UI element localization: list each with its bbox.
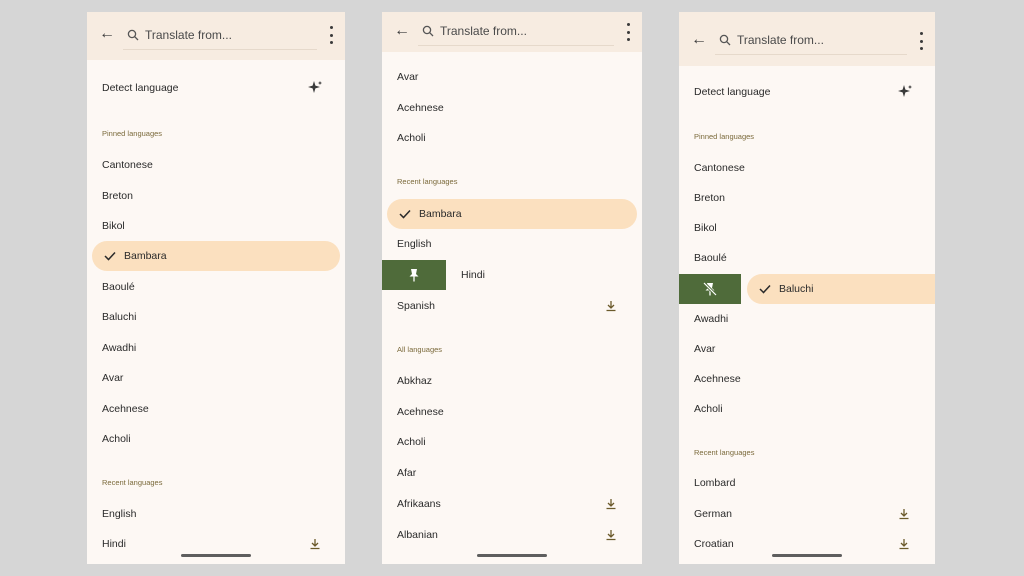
- search-field[interactable]: [123, 21, 317, 50]
- language-item[interactable]: Bikol: [102, 216, 125, 236]
- search-input[interactable]: [737, 33, 907, 47]
- language-item[interactable]: Acehnese: [397, 98, 444, 118]
- panel-2: ← Avar Acehnese Acholi Recent languages …: [382, 12, 642, 564]
- search-field[interactable]: [418, 17, 614, 46]
- language-item[interactable]: Awadhi: [694, 309, 728, 329]
- language-item[interactable]: Afrikaans: [397, 494, 441, 514]
- search-input[interactable]: [145, 28, 317, 42]
- language-item[interactable]: English: [102, 504, 136, 524]
- language-item[interactable]: Avar: [102, 368, 123, 388]
- sparkle-icon: [898, 85, 912, 97]
- selected-language-label: Bambara: [419, 208, 462, 220]
- language-item[interactable]: Baoulé: [102, 277, 135, 297]
- more-vert-icon[interactable]: [622, 23, 634, 41]
- language-item[interactable]: Albanian: [397, 525, 438, 545]
- language-item[interactable]: Bikol: [694, 218, 717, 238]
- check-icon: [399, 209, 411, 219]
- pin-icon: [409, 269, 419, 282]
- language-item[interactable]: Acehnese: [694, 369, 741, 389]
- search-input[interactable]: [440, 24, 614, 38]
- language-item[interactable]: Lombard: [694, 473, 735, 493]
- language-item[interactable]: Awadhi: [102, 338, 136, 358]
- language-item[interactable]: Spanish: [397, 296, 435, 316]
- unpin-action[interactable]: [679, 274, 741, 304]
- language-item[interactable]: Avar: [694, 339, 715, 359]
- selected-language-item[interactable]: Bambara: [92, 241, 340, 271]
- language-item[interactable]: Hindi: [102, 534, 126, 554]
- language-item[interactable]: English: [397, 234, 431, 254]
- download-icon[interactable]: [605, 529, 617, 541]
- sparkle-icon: [308, 81, 322, 93]
- language-item[interactable]: Avar: [397, 67, 418, 87]
- language-item[interactable]: Breton: [102, 186, 133, 206]
- language-item[interactable]: German: [694, 504, 732, 524]
- back-arrow-icon[interactable]: ←: [689, 30, 709, 50]
- language-item-swiped[interactable]: Hindi: [461, 265, 485, 285]
- pinned-languages-heading: Pinned languages: [694, 132, 755, 141]
- language-item[interactable]: Baluchi: [102, 307, 136, 327]
- panel-1: ← Detect language Pinned languages Canto…: [87, 12, 345, 564]
- language-item[interactable]: Acholi: [102, 429, 131, 449]
- search-icon: [422, 25, 434, 37]
- language-item[interactable]: Abkhaz: [397, 371, 432, 391]
- download-icon[interactable]: [898, 538, 910, 550]
- more-vert-icon[interactable]: [915, 32, 927, 50]
- check-icon: [104, 251, 116, 261]
- back-arrow-icon[interactable]: ←: [97, 24, 117, 44]
- language-item[interactable]: Acholi: [694, 399, 723, 419]
- download-icon[interactable]: [605, 300, 617, 312]
- language-item[interactable]: Breton: [694, 188, 725, 208]
- top-bar: ←: [382, 12, 642, 52]
- top-bar: ←: [87, 12, 345, 60]
- language-item[interactable]: Croatian: [694, 534, 734, 554]
- language-item[interactable]: Acehnese: [397, 402, 444, 422]
- back-arrow-icon[interactable]: ←: [392, 21, 412, 41]
- selected-language-item-swiped[interactable]: Baluchi: [747, 274, 935, 304]
- detect-language-label: Detect language: [102, 82, 179, 94]
- pinned-languages-heading: Pinned languages: [102, 129, 163, 138]
- detect-language-label: Detect language: [694, 86, 771, 98]
- recent-languages-heading: Recent languages: [397, 177, 458, 186]
- language-item[interactable]: Cantonese: [102, 155, 153, 175]
- recent-languages-heading: Recent languages: [694, 448, 755, 457]
- detect-language-item[interactable]: Detect language: [102, 82, 178, 94]
- language-item[interactable]: Acholi: [397, 432, 426, 452]
- language-item[interactable]: Afar: [397, 463, 416, 483]
- unpin-icon: [703, 282, 717, 296]
- download-icon[interactable]: [605, 498, 617, 510]
- download-icon[interactable]: [898, 508, 910, 520]
- more-vert-icon[interactable]: [325, 26, 337, 44]
- detect-language-item[interactable]: Detect language: [694, 86, 770, 98]
- recent-languages-heading: Recent languages: [102, 478, 163, 487]
- gesture-handle: [772, 554, 842, 557]
- language-item[interactable]: Baoulé: [694, 248, 727, 268]
- all-languages-heading: All languages: [397, 345, 443, 354]
- download-icon[interactable]: [309, 538, 321, 550]
- gesture-handle: [181, 554, 251, 557]
- top-bar: ←: [679, 12, 935, 66]
- selected-language-label: Baluchi: [779, 283, 814, 295]
- pin-action[interactable]: [382, 260, 446, 290]
- search-icon: [127, 29, 139, 41]
- gesture-handle: [477, 554, 547, 557]
- language-item[interactable]: Acholi: [397, 128, 426, 148]
- search-icon: [719, 34, 731, 46]
- language-item[interactable]: Cantonese: [694, 158, 745, 178]
- search-field[interactable]: [715, 26, 907, 55]
- check-icon: [759, 284, 771, 294]
- language-item[interactable]: Acehnese: [102, 399, 149, 419]
- selected-language-label: Bambara: [124, 250, 167, 262]
- panel-3: ← Detect language Pinned languages Canto…: [679, 12, 935, 564]
- selected-language-item[interactable]: Bambara: [387, 199, 637, 229]
